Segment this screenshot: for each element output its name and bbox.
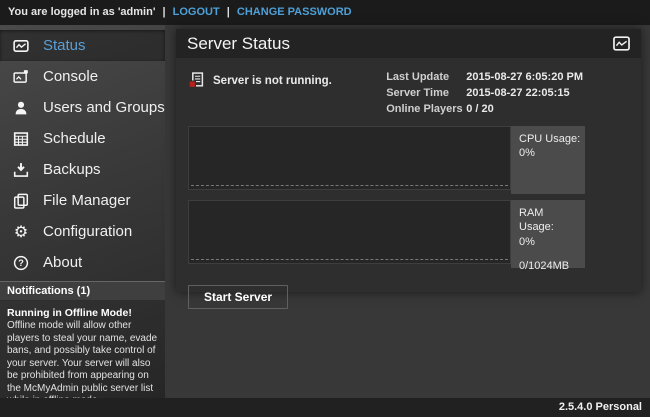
svg-text:?: ?: [18, 258, 24, 268]
cpu-chart-row: CPU Usage: 0%: [188, 126, 629, 190]
info-value: 2015-08-27 22:05:15: [466, 85, 569, 101]
sidebar-item-console[interactable]: Console: [0, 61, 165, 92]
panel-header: Server Status: [176, 29, 641, 58]
chart-icon: [13, 38, 29, 54]
ram-usage-amount: 0/1024MB: [519, 259, 581, 273]
ram-usage-panel: RAM Usage: 0% 0/1024MB: [511, 200, 585, 268]
notification-text: Offline mode will allow other players to…: [7, 320, 158, 408]
sidebar-item-label: Console: [43, 68, 98, 85]
sidebar-item-label: Backups: [43, 161, 101, 178]
server-stopped-icon: [188, 72, 204, 89]
info-row-server-time: Server Time 2015-08-27 22:05:15: [386, 85, 583, 101]
panel-content: Server is not running. Last Update 2015-…: [176, 58, 641, 309]
ram-usage-label: RAM Usage:: [519, 206, 581, 235]
schedule-icon: [13, 131, 29, 147]
start-server-button[interactable]: Start Server: [188, 285, 288, 309]
cpu-usage-panel: CPU Usage: 0%: [511, 126, 585, 194]
footer-bar: 2.5.4.0 Personal: [0, 398, 650, 417]
server-status-message: Server is not running.: [213, 72, 332, 87]
info-label: Last Update: [386, 69, 466, 85]
sidebar-item-backups[interactable]: Backups: [0, 154, 165, 185]
logout-link[interactable]: LOGOUT: [173, 6, 220, 18]
sidebar-item-label: Users and Groups: [43, 99, 165, 116]
server-state: Server is not running.: [188, 67, 332, 117]
info-row-last-update: Last Update 2015-08-27 6:05:20 PM: [386, 69, 583, 85]
server-info-table: Last Update 2015-08-27 6:05:20 PM Server…: [386, 67, 583, 117]
change-password-link[interactable]: CHANGE PASSWORD: [237, 6, 352, 18]
notification-item: Running in Offline Mode! Offline mode wi…: [0, 301, 165, 414]
ram-chart-row: RAM Usage: 0% 0/1024MB: [188, 200, 629, 264]
sidebar-item-label: Status: [43, 37, 86, 54]
sidebar-menu: Status Console Users and Groups Schedule: [0, 25, 165, 278]
separator: |: [227, 6, 230, 18]
server-status-panel: Server Status Server is not running. Las…: [176, 29, 641, 292]
gear-icon: ⚙: [13, 224, 29, 240]
page-title: Server Status: [187, 34, 290, 54]
info-label: Server Time: [386, 85, 466, 101]
console-icon: [13, 69, 29, 85]
sidebar-item-file-manager[interactable]: File Manager: [0, 185, 165, 216]
sidebar-item-label: File Manager: [43, 192, 131, 209]
sidebar-item-status[interactable]: Status: [0, 30, 165, 61]
chart-icon: [613, 36, 630, 51]
info-row-online-players: Online Players 0 / 20: [386, 101, 583, 117]
cpu-usage-value: 0%: [519, 146, 581, 160]
separator: |: [163, 6, 166, 18]
sidebar: Status Console Users and Groups Schedule: [0, 25, 165, 398]
info-value: 0 / 20: [466, 101, 494, 117]
notifications-header: Notifications (1): [0, 281, 165, 301]
logged-in-text: You are logged in as 'admin': [8, 6, 155, 18]
info-label: Online Players: [386, 101, 466, 117]
cpu-usage-label: CPU Usage:: [519, 132, 581, 146]
sidebar-item-configuration[interactable]: ⚙ Configuration: [0, 216, 165, 247]
status-row: Server is not running. Last Update 2015-…: [188, 67, 629, 117]
sidebar-item-users-and-groups[interactable]: Users and Groups: [0, 92, 165, 123]
file-manager-icon: [13, 193, 29, 209]
top-bar: You are logged in as 'admin' | LOGOUT | …: [0, 0, 650, 25]
question-icon: ?: [13, 255, 29, 271]
info-value: 2015-08-27 6:05:20 PM: [466, 69, 583, 85]
sidebar-item-about[interactable]: ? About: [0, 247, 165, 278]
ram-usage-chart: [188, 200, 511, 264]
sidebar-item-schedule[interactable]: Schedule: [0, 123, 165, 154]
cpu-usage-chart: [188, 126, 511, 190]
sidebar-item-label: About: [43, 254, 82, 271]
notification-title: Running in Offline Mode!: [7, 307, 158, 320]
sidebar-item-label: Schedule: [43, 130, 106, 147]
chart-zero-line: [191, 185, 508, 186]
backups-icon: [13, 162, 29, 178]
ram-usage-value: 0%: [519, 235, 581, 249]
users-icon: [13, 100, 29, 116]
sidebar-item-label: Configuration: [43, 223, 132, 240]
version-text: 2.5.4.0 Personal: [559, 401, 642, 413]
chart-zero-line: [191, 259, 508, 260]
